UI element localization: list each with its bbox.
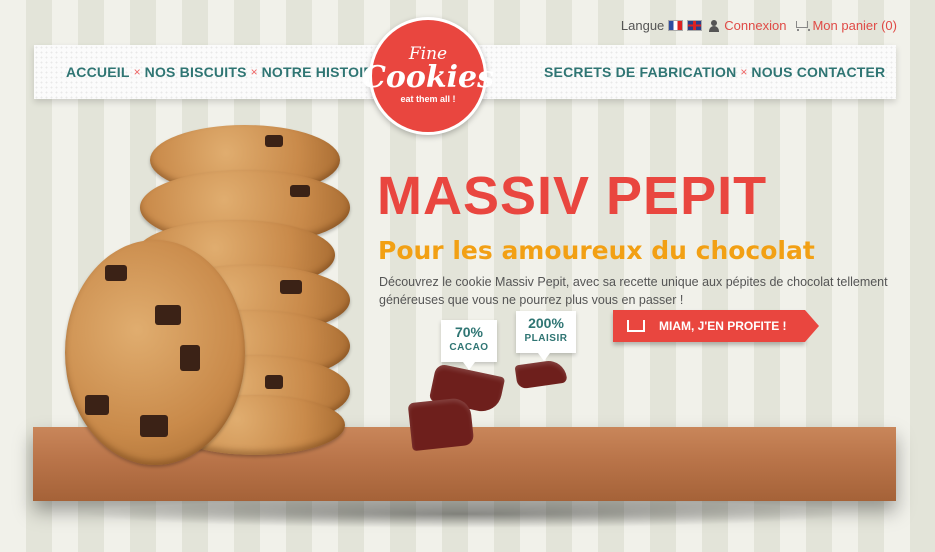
chocolate-chip bbox=[265, 375, 283, 389]
logo-tagline: eat them all ! bbox=[400, 94, 456, 104]
chocolate-chip bbox=[85, 395, 109, 415]
nav-nous-contacter[interactable]: NOUS CONTACTER bbox=[751, 64, 885, 80]
chocolate-piece bbox=[514, 358, 568, 390]
cta-button[interactable]: MIAM, J'EN PROFITE ! bbox=[613, 310, 819, 342]
user-icon bbox=[708, 19, 720, 32]
nav-accueil[interactable]: ACCUEIL bbox=[66, 64, 130, 80]
badge-plaisir-value: 200% bbox=[528, 315, 564, 331]
language-label: Langue bbox=[620, 18, 665, 33]
hero-description: Découvrez le cookie Massiv Pepit, avec s… bbox=[379, 275, 888, 307]
shelf-shadow bbox=[80, 500, 850, 528]
chocolate-piece bbox=[407, 396, 475, 452]
badge-cacao: 70% CACAO bbox=[441, 320, 497, 370]
nav-separator: × bbox=[250, 65, 258, 79]
nav-separator: × bbox=[740, 65, 748, 79]
chocolate-chip bbox=[180, 345, 200, 371]
chocolate-chip bbox=[155, 305, 181, 325]
cart-icon bbox=[794, 20, 811, 31]
flag-fr-icon[interactable] bbox=[668, 20, 684, 31]
hero-title: MASSIV PEPIT bbox=[377, 166, 768, 226]
nav-right-group: SECRETS DE FABRICATION × NOUS CONTACTER bbox=[544, 45, 885, 99]
chocolate-chip bbox=[140, 415, 168, 437]
hero-subtitle: Pour les amoureux du chocolat bbox=[378, 236, 815, 265]
login-link[interactable]: Connexion bbox=[724, 18, 786, 33]
badge-plaisir: 200% PLAISIR bbox=[516, 311, 576, 361]
chocolate-chip bbox=[280, 280, 302, 294]
logo-cookies-text: Cookies bbox=[361, 60, 495, 95]
nav-separator: × bbox=[133, 65, 141, 79]
badge-cacao-value: 70% bbox=[454, 324, 484, 340]
nav-left-group: ACCUEIL × NOS BISCUITS × NOTRE HISTOIRE bbox=[66, 45, 383, 99]
chocolate-chip bbox=[290, 185, 310, 197]
badge-plaisir-label: PLAISIR bbox=[524, 333, 568, 344]
chocolate-chip bbox=[265, 135, 283, 147]
chocolate-chip bbox=[105, 265, 127, 281]
cart-link[interactable]: Mon panier (0) bbox=[812, 18, 897, 33]
cart-icon bbox=[627, 320, 645, 332]
flag-gb-icon[interactable] bbox=[687, 20, 703, 31]
nav-secrets-de-fabrication[interactable]: SECRETS DE FABRICATION bbox=[544, 64, 736, 80]
site-logo[interactable]: Fine Cookies eat them all ! bbox=[362, 17, 494, 135]
top-bar: Langue Connexion Mon panier (0) bbox=[621, 18, 897, 33]
cta-label: MIAM, J'EN PROFITE ! bbox=[659, 319, 787, 333]
badge-cacao-label: CACAO bbox=[449, 342, 489, 353]
cookie-stack-image bbox=[60, 125, 360, 465]
nav-nos-biscuits[interactable]: NOS BISCUITS bbox=[145, 64, 247, 80]
